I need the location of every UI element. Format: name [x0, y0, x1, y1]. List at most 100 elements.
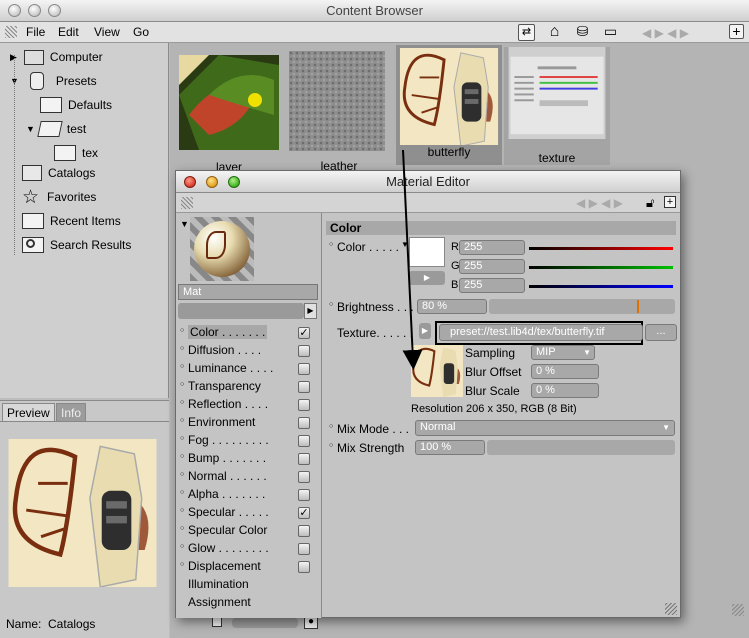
tree-item-favorites[interactable]: ☆ Favorites: [22, 185, 96, 209]
channel-item[interactable]: ○ Fog . . . . . . . . .: [180, 433, 316, 451]
channel-checkbox[interactable]: ✓: [298, 507, 310, 519]
tree-item-catalogs[interactable]: Catalogs: [22, 161, 95, 185]
material-name-field[interactable]: Mat: [178, 284, 318, 300]
menu-view[interactable]: View: [94, 25, 120, 39]
channel-item[interactable]: Assignment: [180, 595, 316, 613]
channel-checkbox[interactable]: [298, 543, 310, 555]
channel-checkbox[interactable]: [298, 471, 310, 483]
material-editor-title: Material Editor: [386, 174, 470, 189]
channel-item[interactable]: ○ Environment: [180, 415, 316, 433]
bullet-icon: ○: [180, 525, 185, 532]
brightness-slider-handle[interactable]: [637, 300, 639, 313]
channel-checkbox[interactable]: ✓: [298, 327, 310, 339]
mix-mode-select[interactable]: Normal ▼: [415, 420, 675, 436]
me-close-button[interactable]: [184, 176, 196, 188]
texture-thumbnail[interactable]: [411, 345, 463, 397]
channel-item[interactable]: ○ Diffusion . . . .: [180, 343, 316, 361]
thumbnail-label: texture: [538, 151, 576, 165]
channel-label: Illumination: [188, 577, 249, 591]
expand-arrow-icon[interactable]: ▼: [180, 219, 189, 229]
tree-item-search-results[interactable]: Search Results: [22, 233, 131, 257]
channel-item[interactable]: ○ Alpha . . . . . . .: [180, 487, 316, 505]
thumbnail-texture[interactable]: texture: [504, 47, 610, 165]
thumbnail-butterfly[interactable]: butterfly: [396, 45, 502, 165]
texture-expand-icon[interactable]: ▶: [419, 323, 431, 339]
scroll-right-icon[interactable]: ▶: [304, 303, 317, 319]
minimize-button[interactable]: [28, 4, 41, 17]
channel-checkbox[interactable]: [298, 363, 310, 375]
tree-item-computer[interactable]: ▶ Computer: [10, 45, 103, 69]
me-zoom-button[interactable]: [228, 176, 240, 188]
menu-edit[interactable]: Edit: [58, 25, 79, 39]
tree-item-label: test: [66, 122, 87, 136]
channel-item[interactable]: Illumination: [180, 577, 316, 595]
nav-arrows-icon[interactable]: ◀ ▶ ◀ ▶: [576, 196, 623, 210]
catalog-icon[interactable]: ▭: [602, 24, 619, 41]
channel-item[interactable]: ○ Color . . . . . . . ✓: [180, 325, 316, 343]
mix-strength-input[interactable]: 100 %: [415, 440, 485, 455]
sampling-select[interactable]: MIP ▼: [531, 345, 595, 360]
me-minimize-button[interactable]: [206, 176, 218, 188]
b-input[interactable]: 255: [459, 278, 525, 293]
home-icon[interactable]: ⌂: [546, 24, 563, 41]
zoom-button[interactable]: [48, 4, 61, 17]
tree-item-test[interactable]: ▼ test: [26, 117, 86, 141]
resize-grip-icon[interactable]: [732, 604, 744, 616]
channel-item[interactable]: ○ Displacement: [180, 559, 316, 577]
resolution-text: Resolution 206 x 350, RGB (8 Bit): [411, 403, 577, 415]
channel-checkbox[interactable]: [298, 525, 310, 537]
tree-item-defaults[interactable]: Defaults: [40, 93, 112, 117]
zoom-slider[interactable]: [232, 618, 298, 628]
channel-checkbox[interactable]: [298, 399, 310, 411]
browse-icon[interactable]: ⇄: [518, 24, 535, 41]
r-input[interactable]: 255: [459, 240, 525, 255]
channel-checkbox[interactable]: [298, 417, 310, 429]
channel-checkbox[interactable]: [298, 345, 310, 357]
close-button[interactable]: [8, 4, 21, 17]
view-toggle-icon[interactable]: [212, 617, 222, 627]
thumbnail-leather[interactable]: leather: [289, 51, 385, 173]
channel-item[interactable]: ○ Glow . . . . . . . .: [180, 541, 316, 559]
channel-item[interactable]: ○ Specular . . . . . ✓: [180, 505, 316, 523]
presets-icon[interactable]: ⛁: [574, 24, 591, 41]
tab-preview[interactable]: Preview: [2, 403, 55, 421]
lock-icon[interactable]: 🔓︎: [646, 195, 654, 211]
nav-arrows-icon[interactable]: ◀ ▶ ◀ ▶: [642, 26, 689, 40]
r-slider[interactable]: [529, 247, 673, 250]
tab-info[interactable]: Info: [56, 403, 87, 421]
resize-grip-icon[interactable]: [665, 603, 677, 615]
texture-browse-button[interactable]: ...: [645, 324, 677, 341]
channel-item[interactable]: ○ Reflection . . . .: [180, 397, 316, 415]
channel-checkbox[interactable]: [298, 489, 310, 501]
menu-go[interactable]: Go: [133, 25, 149, 39]
b-slider[interactable]: [529, 285, 673, 288]
menu-file[interactable]: File: [26, 25, 45, 39]
channel-item[interactable]: ○ Normal . . . . . .: [180, 469, 316, 487]
mix-strength-slider[interactable]: [487, 440, 675, 455]
channel-checkbox[interactable]: [298, 435, 310, 447]
channel-item[interactable]: ○ Transparency: [180, 379, 316, 397]
material-preview[interactable]: [190, 217, 254, 281]
blur-offset-input[interactable]: 0 %: [531, 364, 599, 379]
brightness-slider[interactable]: [489, 299, 675, 314]
add-icon[interactable]: +: [664, 196, 676, 208]
add-icon[interactable]: +: [729, 24, 744, 39]
channel-checkbox[interactable]: [298, 381, 310, 393]
channel-checkbox[interactable]: [298, 453, 310, 465]
channel-item[interactable]: ○ Bump . . . . . . .: [180, 451, 316, 469]
color-swatch[interactable]: [409, 237, 445, 267]
channel-item[interactable]: ○ Luminance . . . .: [180, 361, 316, 379]
channel-checkbox[interactable]: [298, 561, 310, 573]
color-dropdown-arrow[interactable]: ▼: [401, 240, 409, 249]
g-input[interactable]: 255: [459, 259, 525, 274]
material-scrollbar[interactable]: [178, 303, 304, 319]
texture-path-field[interactable]: preset://test.lib4d/tex/butterfly.tif: [439, 324, 643, 341]
color-expand-icon[interactable]: ▶: [409, 271, 445, 285]
blur-scale-input[interactable]: 0 %: [531, 383, 599, 398]
channel-item[interactable]: ○ Specular Color: [180, 523, 316, 541]
tree-item-presets[interactable]: ▼ Presets: [10, 69, 97, 93]
g-slider[interactable]: [529, 266, 673, 269]
brightness-input[interactable]: 80 %: [417, 299, 487, 314]
tree-item-recent[interactable]: Recent Items: [22, 209, 121, 233]
thumbnail-layer[interactable]: layer: [179, 55, 279, 174]
